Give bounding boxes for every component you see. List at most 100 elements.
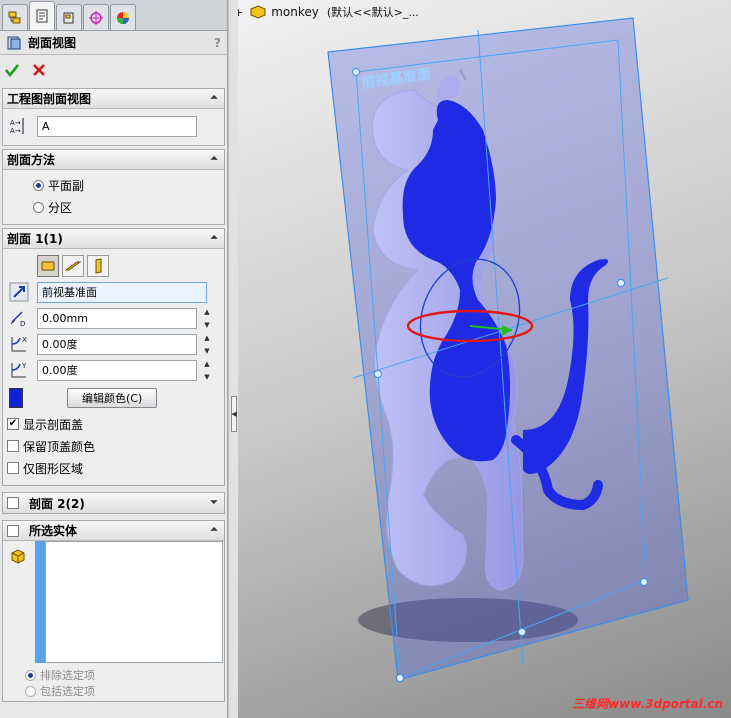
keep-top-color-row[interactable]: 保留顶盖颜色 <box>7 435 220 457</box>
graphics-only-label: 仅图形区域 <box>23 461 84 476</box>
group-title: 剖面 1(1) <box>7 232 63 246</box>
section-2-checkbox[interactable] <box>7 497 19 509</box>
edit-color-button[interactable]: 编辑颜色(C) <box>67 388 158 408</box>
rotation-y-input[interactable]: 0.00度 <box>37 359 197 381</box>
exclude-label: 排除选定项 <box>40 669 95 682</box>
section-method-group: 剖面方法 ⏶ 平面副 分区 <box>2 149 225 225</box>
section-1-group: 剖面 1(1) ⏶ 前视基准面 D 0.00mm ▲ ▼ X 0.00度 ▲ ▼… <box>2 228 225 486</box>
manager-tab-bar <box>0 0 227 31</box>
zonal-radio[interactable] <box>33 201 44 213</box>
label-icon: A→ A→ <box>7 115 31 137</box>
selected-bodies-list[interactable] <box>45 541 223 663</box>
top-plane-icon <box>65 261 81 271</box>
section-1-header[interactable]: 剖面 1(1) ⏶ <box>3 229 224 249</box>
plane-handle[interactable] <box>374 370 382 378</box>
keep-top-color-label: 保留顶盖颜色 <box>23 439 96 454</box>
selected-bodies-checkbox[interactable] <box>7 524 19 537</box>
section-method-header[interactable]: 剖面方法 ⏶ <box>3 150 224 170</box>
collapse-chevron-icon[interactable]: ⏶ <box>208 233 220 245</box>
property-manager-icon <box>36 9 48 23</box>
distance-icon: D <box>7 307 31 329</box>
cancel-x-icon[interactable] <box>32 63 46 77</box>
show-cap-checkbox[interactable]: ✔ <box>7 418 19 430</box>
dimxpert-tab[interactable] <box>83 4 109 30</box>
group-title: 剖面方法 <box>7 153 56 167</box>
distance-spinner[interactable]: ▲ ▼ <box>200 308 214 329</box>
solidworks-window: 剖面视图 ? 工程图剖面视图 ⏶ A→ A→ A 剖面方法 ⏶ 平面副 分区 剖… <box>0 0 731 718</box>
panel-splitter[interactable]: ◀ <box>228 0 238 718</box>
zonal-radio-row[interactable]: 分区 <box>33 196 220 218</box>
section-2-header[interactable]: 剖面 2(2) ⏷ <box>3 493 224 513</box>
exclude-radio[interactable] <box>25 669 36 681</box>
rotate-y-icon: Y <box>7 359 31 381</box>
expand-chevron-icon[interactable]: ⏷ <box>208 497 220 509</box>
collapse-chevron-icon[interactable]: ⏶ <box>208 154 220 166</box>
front-plane-icon <box>41 261 55 271</box>
solid-body-icon <box>11 549 25 564</box>
rotation-x-row: X 0.00度 ▲ ▼ <box>7 331 220 357</box>
top-plane-button[interactable] <box>62 255 84 277</box>
collapse-chevron-icon[interactable]: ⏶ <box>208 93 220 105</box>
plane-handle[interactable] <box>518 628 526 636</box>
plane-handle[interactable] <box>640 578 648 586</box>
watermark-text: 三维网www.3dportal.cn <box>572 697 723 711</box>
selected-bodies-header[interactable]: 所选实体 ⏶ <box>3 521 224 541</box>
drawing-section-view-group: 工程图剖面视图 ⏶ A→ A→ A <box>2 88 225 146</box>
svg-text:D: D <box>20 320 25 328</box>
keep-top-color-checkbox[interactable] <box>7 440 19 452</box>
svg-text:X: X <box>22 336 27 344</box>
show-cap-label: 显示剖面盖 <box>23 417 84 432</box>
graphics-viewport[interactable]: + monkey (默认<<默认>_... 前视基准面 三维网www.3dpor… <box>238 0 731 718</box>
svg-text:Y: Y <box>21 362 27 370</box>
ok-cancel-row <box>0 55 227 85</box>
ok-checkmark-icon[interactable] <box>4 62 20 78</box>
feature-manager-icon <box>8 11 21 23</box>
rotation-x-input[interactable]: 0.00度 <box>37 333 197 355</box>
selection-box-accent <box>35 541 45 663</box>
include-radio[interactable] <box>25 685 36 697</box>
plane-handle[interactable] <box>352 68 360 76</box>
configuration-manager-tab[interactable] <box>56 4 82 30</box>
show-cap-row[interactable]: ✔ 显示剖面盖 <box>7 413 220 435</box>
plane-handle[interactable] <box>396 674 404 682</box>
collapse-chevron-icon[interactable]: ⏶ <box>208 525 220 537</box>
planar-radio[interactable] <box>33 179 44 191</box>
section-label-input[interactable]: A <box>37 115 197 137</box>
rotation-x-spinner[interactable]: ▲ ▼ <box>200 334 214 355</box>
group-title: 所选实体 <box>29 524 78 538</box>
help-button[interactable]: ? <box>214 36 221 50</box>
section-view-icon <box>7 36 21 49</box>
collapse-panel-handle[interactable]: ◀ <box>231 396 237 432</box>
cap-color-swatch <box>9 388 23 408</box>
selected-bodies-group: 所选实体 ⏶ 排除选定项 包括选定项 <box>2 520 225 702</box>
svg-text:A→: A→ <box>10 127 21 135</box>
group-title: 工程图剖面视图 <box>7 92 92 106</box>
include-radio-row[interactable]: 包括选定项 <box>25 683 95 699</box>
graphics-only-row[interactable]: 仅图形区域 <box>7 457 220 479</box>
configuration-manager-icon <box>63 12 74 23</box>
svg-text:A→: A→ <box>10 119 21 127</box>
section-2-group: 剖面 2(2) ⏷ <box>2 492 225 514</box>
plane-handle[interactable] <box>617 279 625 287</box>
dimxpert-icon <box>89 10 103 25</box>
property-manager-title: 剖面视图 <box>28 36 77 50</box>
property-manager-tab[interactable] <box>29 1 55 30</box>
reference-plane-field[interactable]: 前视基准面 <box>37 281 207 303</box>
label-row: A→ A→ A <box>7 113 220 139</box>
graphics-only-checkbox[interactable] <box>7 462 19 474</box>
feature-manager-tab[interactable] <box>2 4 28 30</box>
reference-plane-select-icon[interactable] <box>7 281 31 303</box>
display-manager-tab[interactable] <box>110 4 136 30</box>
property-manager-panel: 剖面视图 ? 工程图剖面视图 ⏶ A→ A→ A 剖面方法 ⏶ 平面副 分区 剖… <box>0 0 228 718</box>
exclude-radio-row[interactable]: 排除选定项 <box>25 667 95 683</box>
distance-input[interactable]: 0.00mm <box>37 307 197 329</box>
planar-radio-row[interactable]: 平面副 <box>33 174 220 196</box>
right-plane-button[interactable] <box>87 255 109 277</box>
drawing-section-view-header[interactable]: 工程图剖面视图 ⏶ <box>3 89 224 109</box>
model-scene: 前视基准面 <box>327 17 689 682</box>
rotate-x-icon: X <box>7 333 31 355</box>
front-plane-button[interactable] <box>37 255 59 277</box>
rotation-y-spinner[interactable]: ▲ ▼ <box>200 360 214 381</box>
property-manager-header: 剖面视图 ? <box>0 31 227 55</box>
distance-row: D 0.00mm ▲ ▼ <box>7 305 220 331</box>
